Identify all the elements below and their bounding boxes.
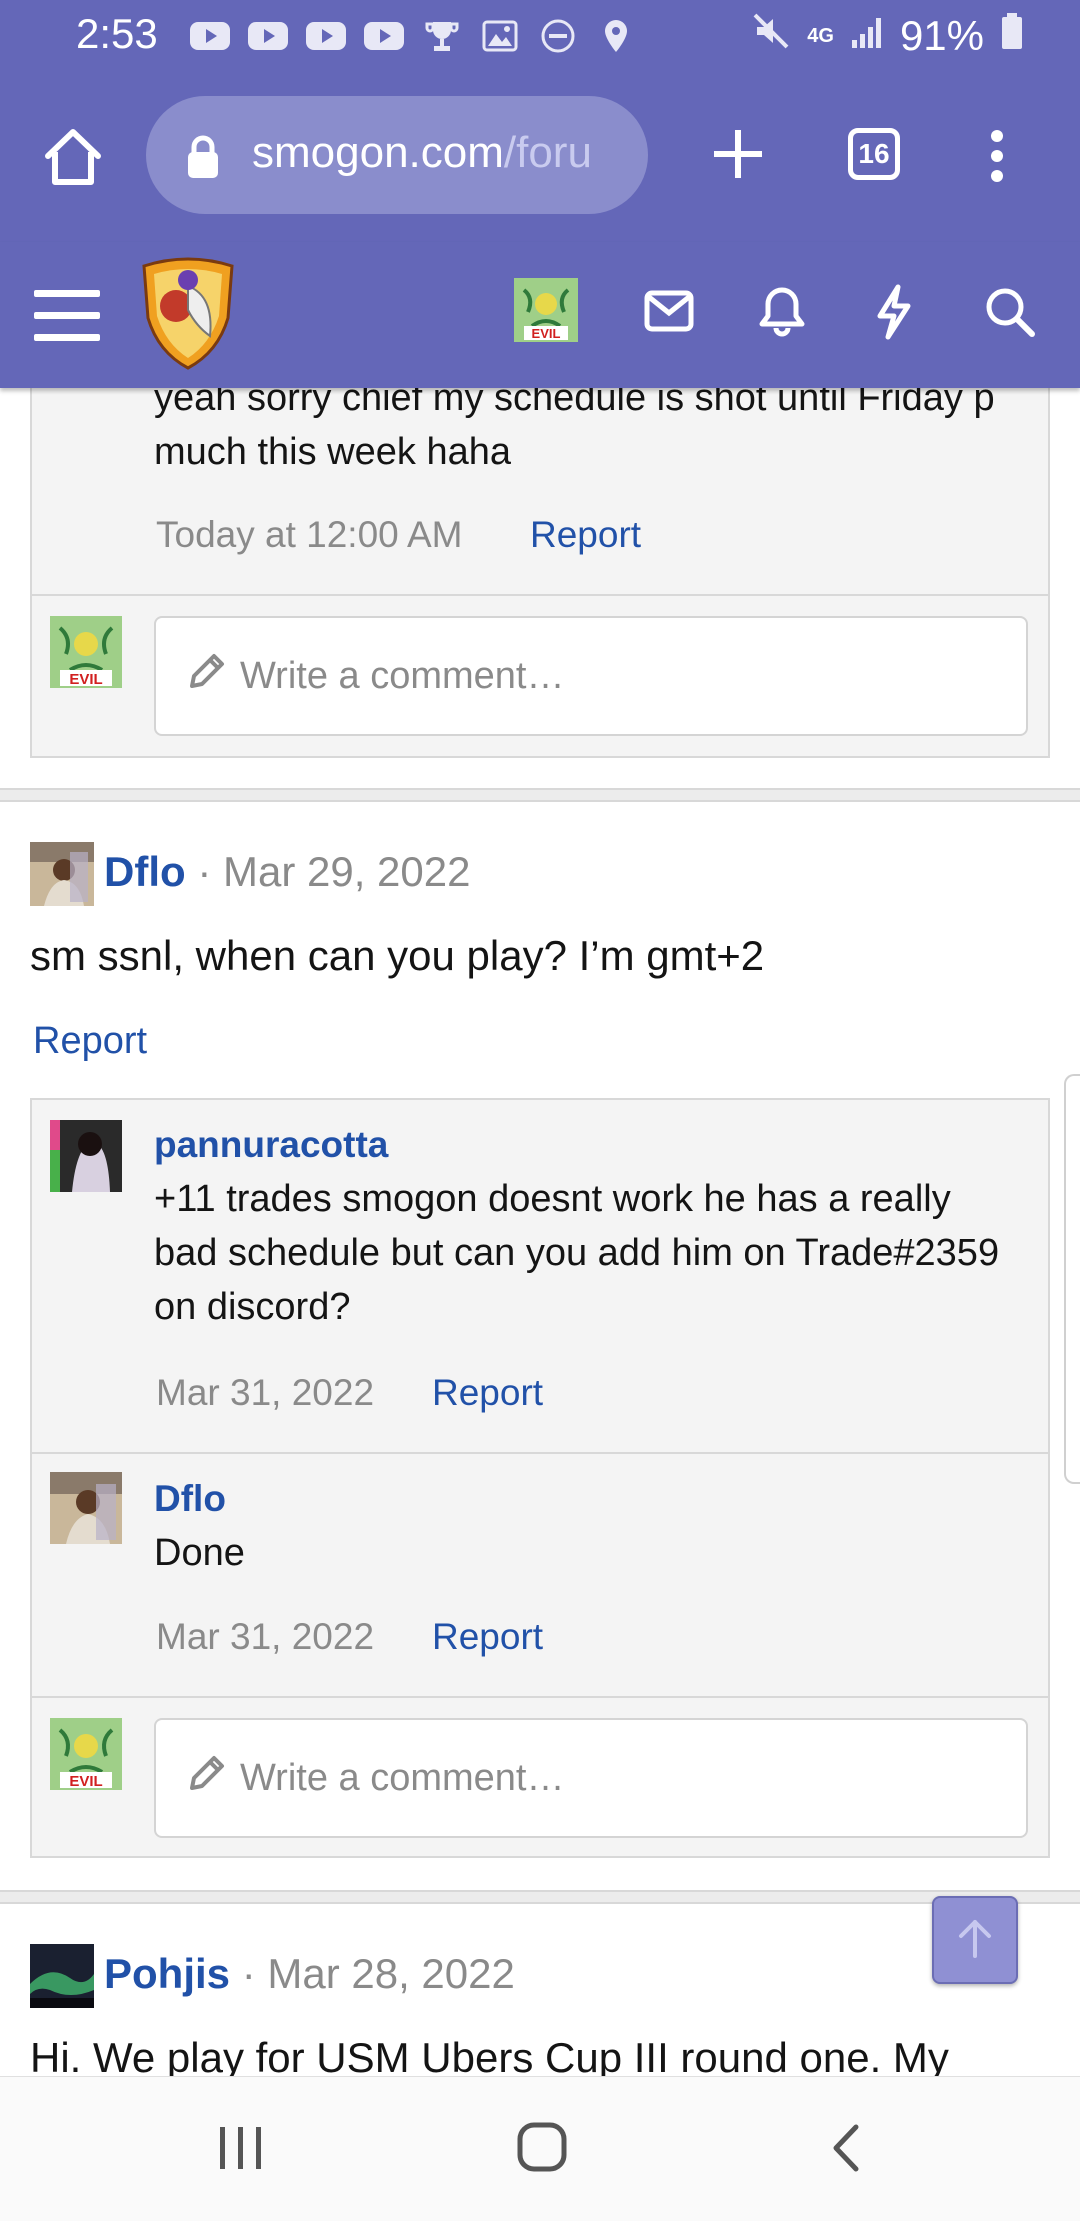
svg-text:EVIL: EVIL [532,326,561,341]
post-header: Dflo · Mar 29, 2022 [104,848,470,896]
commenter-avatar[interactable] [50,1472,122,1544]
commenter-name[interactable]: Dflo [154,1478,226,1520]
post-date[interactable]: Mar 29, 2022 [223,848,471,895]
commenter-name[interactable]: pannuracotta [154,1124,388,1166]
separator-dot: · [185,848,223,895]
youtube-icon [246,20,290,52]
write-comment-input[interactable]: Write a comment… [154,616,1028,736]
user-avatar[interactable]: EVIL [514,278,578,342]
author-avatar[interactable] [30,1944,94,2008]
post-separator [0,788,1080,802]
url-host: smogon.com [252,128,504,177]
lightning-icon[interactable] [874,284,914,345]
comment-text: Done [154,1532,245,1574]
comment-date: Mar 31, 2022 [156,1372,375,1413]
smogon-logo[interactable] [136,256,240,375]
scrollbar-handle[interactable] [1064,1074,1080,1484]
gallery-icon [478,20,522,52]
divider [32,1452,1048,1454]
post-separator [0,1890,1080,1904]
comment-text-line: much this week haha [154,431,511,473]
comment-time: Today at 12:00 AM [156,514,463,555]
report-link[interactable]: Report [432,1616,543,1658]
search-icon[interactable] [984,286,1036,343]
post-date[interactable]: Mar 28, 2022 [267,1950,515,1997]
report-link[interactable]: Report [432,1372,543,1414]
post-header: Pohjis · Mar 28, 2022 [104,1950,515,1998]
mail-icon[interactable] [644,290,694,337]
tab-switcher-button[interactable]: 16 [848,128,900,180]
author-avatar[interactable] [30,842,94,906]
comment-date: Mar 31, 2022 [156,1616,375,1657]
comment-text-line: bad schedule but can you add him on Trad… [154,1232,1000,1274]
youtube-icon [188,20,232,52]
comment-text: +11 trades smogon doesnt work he has a r… [154,1172,1034,1334]
bell-icon[interactable] [758,286,806,343]
hamburger-menu-icon[interactable] [34,288,100,349]
commenter-avatar: EVIL [50,616,122,688]
do-not-disturb-icon [536,19,580,53]
comment-placeholder: Write a comment… [240,654,565,697]
home-button-icon[interactable] [516,2121,568,2178]
scroll-to-top-button[interactable] [932,1896,1018,1984]
comment-placeholder: Write a comment… [240,1756,565,1799]
youtube-icon [362,20,406,52]
youtube-icon [304,20,348,52]
home-icon[interactable] [40,126,106,193]
mute-icon [751,11,791,61]
status-time: 2:53 [76,10,158,57]
separator-dot: · [230,1950,268,1997]
url-path: /foru [503,128,592,177]
divider [32,594,1048,596]
comment-text-line: on discord? [154,1286,351,1328]
network-4g-icon: 4G [807,24,834,47]
trophy-icon [420,20,464,52]
notification-icons [188,16,638,56]
author-name[interactable]: Dflo [104,848,186,895]
comment-text-line: +11 trades smogon doesnt work he has a r… [154,1178,951,1220]
pencil-icon [186,650,228,702]
site-header: EVIL [0,242,1080,388]
post-body: Hi. We play for USM Ubers Cup III round … [30,2034,949,2081]
author-name[interactable]: Pohjis [104,1950,230,1997]
post-body: sm ssnl, when can you play? I’m gmt+2 [30,932,765,979]
write-comment-input[interactable]: Write a comment… [154,1718,1028,1838]
battery-icon [1000,11,1024,61]
status-right: 4G 91% [751,10,1024,62]
report-link[interactable]: Report [33,1020,147,1063]
arrow-up-icon [955,1916,995,1965]
back-icon[interactable] [828,2123,864,2178]
svg-text:EVIL: EVIL [69,1773,102,1790]
signal-icon [850,12,884,60]
location-icon [594,20,638,52]
system-navigation-bar [0,2076,1080,2221]
divider [32,1696,1048,1698]
more-menu-icon[interactable] [982,128,1012,189]
recent-apps-icon[interactable] [216,2123,266,2178]
report-link[interactable]: Report [530,514,641,556]
battery-percent: 91% [899,12,984,59]
pencil-icon [186,1752,228,1804]
commenter-avatar: EVIL [50,1718,122,1790]
svg-text:EVIL: EVIL [69,671,102,688]
new-tab-icon[interactable] [712,128,764,185]
url-text[interactable]: smogon.com/foru [252,128,632,188]
commenter-avatar[interactable] [50,1120,122,1192]
lock-icon [184,134,222,185]
